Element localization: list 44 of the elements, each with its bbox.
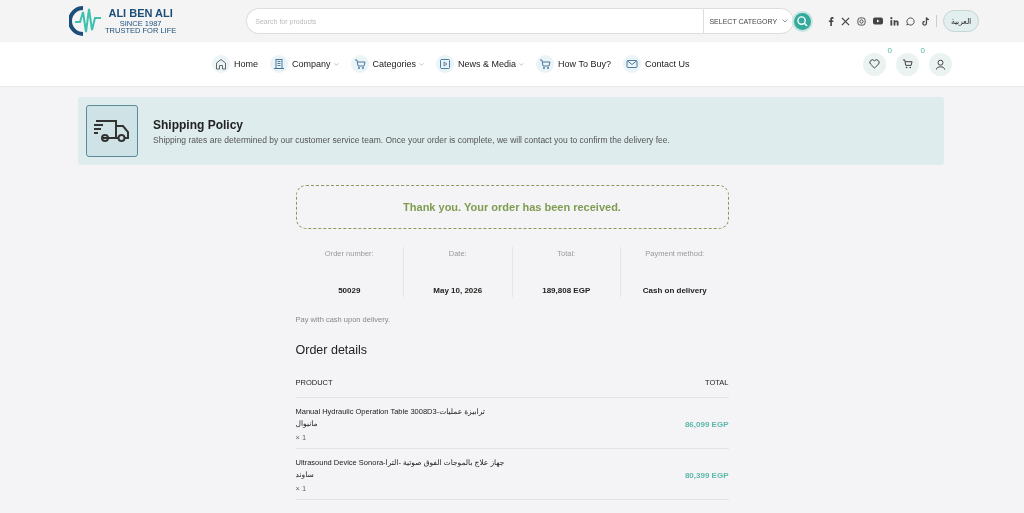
home-icon bbox=[212, 55, 230, 73]
shipping-text: Shipping rates are determined by our customer service team. Once your order is complete, we will contact you to confirm the delivery fee. bbox=[153, 134, 670, 145]
line-total: 80,399 EGP bbox=[684, 470, 729, 480]
wishlist-button[interactable] bbox=[863, 52, 886, 76]
user-icon bbox=[935, 58, 946, 70]
x-icon[interactable] bbox=[841, 16, 851, 26]
nav-link[interactable]: How To Buy? bbox=[536, 55, 611, 73]
nav-link[interactable]: Company bbox=[270, 55, 339, 73]
heart-icon bbox=[869, 59, 880, 69]
play-icon bbox=[436, 55, 455, 73]
wishlist-count: 0 bbox=[887, 46, 892, 55]
cart-button[interactable] bbox=[896, 52, 919, 76]
overview-value: 50029 bbox=[338, 286, 361, 295]
order-details-title: Order details bbox=[295, 343, 369, 357]
linkedin-icon[interactable] bbox=[890, 16, 900, 26]
overview-value: 189,808 EGP bbox=[542, 286, 591, 295]
truck-icon bbox=[86, 105, 138, 157]
cart-count: 0 bbox=[920, 46, 925, 55]
nav-link[interactable]: Contact Us bbox=[623, 55, 690, 73]
facebook-icon[interactable] bbox=[828, 16, 835, 26]
cart-icon bbox=[350, 55, 369, 73]
line-total: 86,099 EGP bbox=[684, 419, 729, 429]
logo-name: ALI BEN ALI bbox=[108, 7, 173, 19]
youtube-icon[interactable] bbox=[873, 17, 884, 25]
search-icon bbox=[797, 15, 809, 27]
shipping-title: Shipping Policy bbox=[153, 117, 244, 132]
envelope-icon bbox=[623, 55, 641, 73]
building-icon bbox=[270, 55, 288, 73]
order-received-notice: Thank you. Your order has been received. bbox=[295, 185, 729, 229]
overview-value: Cash on delivery bbox=[642, 286, 707, 295]
instagram-icon[interactable] bbox=[857, 16, 867, 26]
tiktok-icon[interactable] bbox=[922, 16, 931, 26]
nav-link[interactable]: News & Media bbox=[436, 55, 525, 73]
whatsapp-icon[interactable] bbox=[906, 16, 916, 26]
account-button[interactable] bbox=[929, 52, 952, 76]
logo-wave-icon bbox=[69, 4, 103, 38]
nav-link[interactable]: Categories bbox=[350, 55, 425, 73]
cart-icon bbox=[536, 55, 555, 73]
nav-link[interactable]: Home bbox=[212, 55, 258, 73]
overview-value: May 10, 2026 bbox=[433, 286, 483, 295]
cart-icon bbox=[902, 59, 913, 69]
caret-icon bbox=[782, 19, 789, 23]
search-button[interactable] bbox=[792, 10, 814, 32]
language-button[interactable]: العربية bbox=[943, 10, 980, 32]
